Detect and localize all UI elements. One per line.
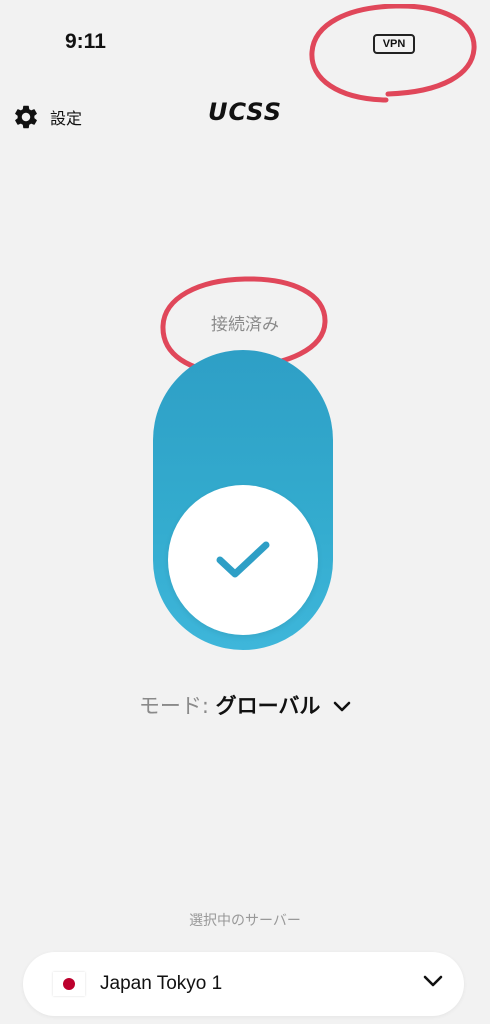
server-selector[interactable]: Japan Tokyo 1 [23,952,464,1016]
chevron-down-icon[interactable] [423,974,443,988]
vpn-highlight-circle [309,4,477,103]
mode-value[interactable]: グローバル [216,694,321,718]
status-time: 9:11 [65,30,106,53]
japan-flag-icon [53,972,85,996]
toggle-knob[interactable] [168,485,318,635]
mode-label: モード: [138,694,209,718]
mode-selector[interactable]: モード: グローバル [0,690,490,720]
chevron-down-icon[interactable] [333,701,351,713]
checkmark-icon [216,541,270,578]
app-logo: UCSS [208,98,282,126]
server-name: Japan Tokyo 1 [100,973,223,994]
server-caption: 選択中のサーバー [189,913,301,929]
